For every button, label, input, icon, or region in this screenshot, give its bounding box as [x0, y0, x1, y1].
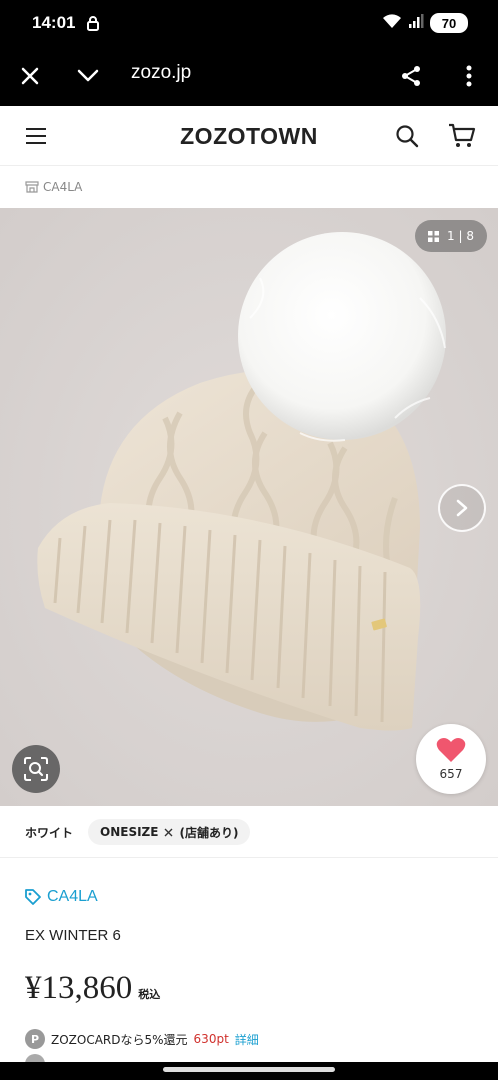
site-header: ZOZOTOWN [0, 106, 498, 166]
chevron-down-icon [77, 69, 99, 82]
brand-link[interactable]: CA4LA [25, 888, 98, 906]
status-time: 14:01 [32, 13, 76, 32]
share-button[interactable] [395, 60, 427, 92]
favorite-count: 657 [439, 767, 463, 781]
close-tab-button[interactable] [14, 60, 46, 92]
home-gesture-handle[interactable] [163, 1067, 335, 1072]
zozocard-points: 630pt [193, 1032, 229, 1046]
size-stock-chip[interactable]: ONESIZE (店舗あり) [88, 819, 251, 845]
browser-toolbar: zozo.jp [0, 46, 498, 106]
counter-total: 8 [466, 229, 474, 243]
points-icon: P [25, 1029, 45, 1049]
battery-level: 70 [441, 15, 457, 31]
next-image-button[interactable] [438, 484, 486, 532]
zozocard-text: ZOZOCARDなら5%還元 [51, 1032, 188, 1047]
shop-link[interactable]: CA4LA [25, 180, 82, 194]
cart-icon [449, 123, 476, 147]
brand-name: CA4LA [47, 888, 98, 905]
share-icon [402, 66, 420, 86]
close-icon [21, 67, 39, 85]
search-button[interactable] [391, 120, 423, 152]
site-logo[interactable]: ZOZOTOWN [0, 123, 498, 150]
signal-icon [408, 13, 424, 33]
battery-indicator: 70 [430, 13, 468, 33]
tax-label: 税込 [138, 988, 161, 1001]
store-icon [25, 181, 39, 193]
product-image [0, 208, 498, 806]
minimize-button[interactable] [72, 60, 104, 92]
wifi-icon [382, 13, 402, 33]
product-name: EX WINTER 6 [25, 927, 121, 944]
product-image-gallery[interactable]: 1 | 8 657 [0, 208, 498, 806]
status-bar: 14:01 70 [0, 0, 498, 46]
image-search-icon [24, 757, 48, 781]
cart-button[interactable] [446, 120, 478, 152]
grid-icon [428, 230, 440, 242]
more-vertical-icon [466, 65, 472, 87]
selected-color: ホワイト [25, 826, 74, 840]
lock-icon [86, 15, 100, 35]
image-counter[interactable]: 1 | 8 [415, 220, 487, 252]
price-block: ¥13,860 税込 [25, 970, 160, 1007]
chevron-right-icon [456, 499, 468, 517]
cross-icon [164, 828, 173, 836]
search-icon [396, 125, 419, 148]
favorite-button[interactable]: 657 [416, 724, 486, 794]
more-menu-button[interactable] [453, 60, 485, 92]
shop-name: CA4LA [43, 180, 83, 194]
zozocard-promo: P ZOZOCARDなら5%還元 630pt 詳細 [25, 1029, 259, 1049]
shop-breadcrumb: CA4LA [0, 166, 498, 208]
product-price: ¥13,860 [25, 970, 133, 1006]
stock-label: (店舗あり) [179, 825, 239, 840]
zozocard-detail-link[interactable]: 詳細 [235, 1031, 259, 1048]
size-label: ONESIZE [100, 825, 159, 839]
heart-icon [436, 738, 466, 762]
product-info: CA4LA EX WINTER 6 ¥13,860 税込 P ZOZOCARDな… [0, 858, 498, 1064]
counter-current: 1 [447, 229, 455, 243]
system-nav-bar [0, 1062, 498, 1080]
url-text[interactable]: zozo.jp [131, 62, 191, 84]
variant-row: ホワイト ONESIZE (店舗あり) [0, 806, 498, 858]
image-search-button[interactable] [12, 745, 60, 793]
tag-icon [25, 889, 41, 905]
